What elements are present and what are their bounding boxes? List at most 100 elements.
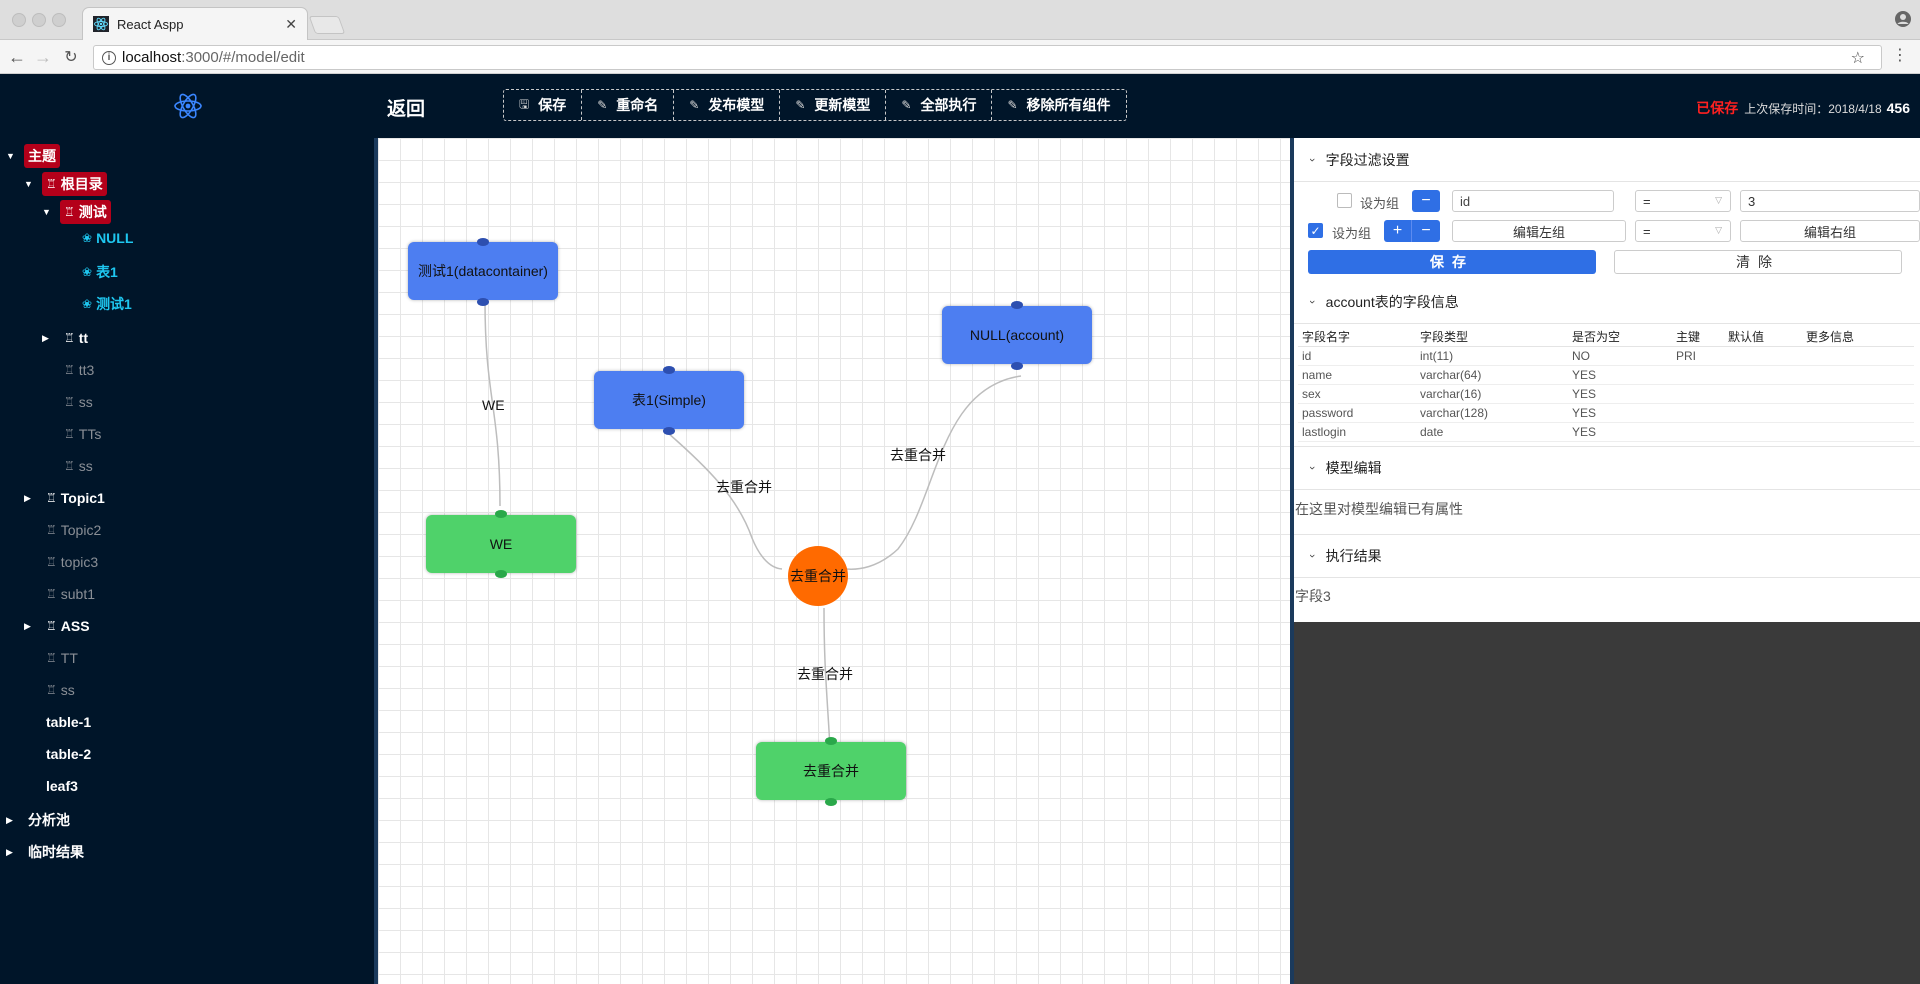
group-checkbox-checked[interactable]: ✓ [1308,223,1323,238]
operator-select[interactable]: = ▽ [1635,190,1731,212]
node-port[interactable] [1011,301,1023,309]
forward-arrow-icon[interactable]: → [32,46,54,68]
node-port[interactable] [495,510,507,518]
minus-button[interactable]: − [1412,220,1440,242]
node-port[interactable] [825,798,837,806]
model-edit-text: 在这里对模型编辑已有属性 [1295,501,1463,517]
folder-icon: ♖ [46,619,57,633]
tree-node-topic1[interactable]: ▶ ♖ Topic1 [24,488,109,508]
tree-node-temp-results[interactable]: ▶ 临时结果 [6,840,88,864]
tree-node-tts[interactable]: ♖ TTs [60,424,105,444]
operator-select[interactable]: = ▽ [1635,220,1731,242]
new-tab-button[interactable] [308,16,346,34]
browser-tab[interactable]: React Aspp ✕ [82,7,308,40]
tab-close-icon[interactable]: ✕ [285,16,297,33]
node-port[interactable] [663,427,675,435]
run-all-button[interactable]: ✎ 全部执行 [886,90,993,120]
collapsed-caret-icon[interactable]: ▶ [42,333,54,344]
filter-section-header[interactable]: › 字段过滤设置 [1294,138,1920,182]
tree-node-ass[interactable]: ▶ ♖ ASS [24,616,94,636]
edit-left-group-input[interactable]: 编辑左组 [1452,220,1626,242]
publish-model-button[interactable]: ✎ 发布模型 [674,90,781,120]
edge-label: 去重合并 [797,666,853,682]
tree-node-ss[interactable]: ♖ ss [60,392,97,412]
browser-menu-icon[interactable]: ⋮ [1892,48,1908,64]
tree-label: 根目录 [60,176,103,192]
tree-label: ss [78,394,93,410]
node-port[interactable] [477,298,489,306]
tree-node-subt1[interactable]: ♖ subt1 [42,584,99,604]
collapsed-caret-icon[interactable]: ▶ [6,847,18,858]
tree-node-tt[interactable]: ▶ ♖ tt [42,328,92,348]
field-name-input[interactable]: id [1452,190,1614,212]
bookmark-star-icon[interactable]: ☆ [1851,46,1865,71]
tree-node-tt3[interactable]: ♖ tt3 [60,360,98,380]
profile-icon[interactable] [1894,10,1912,28]
collapsed-caret-icon[interactable]: ▶ [6,815,18,826]
update-model-button[interactable]: ✎ 更新模型 [780,90,887,120]
tree-node-ceshi1[interactable]: ❀ 测试1 [78,292,136,316]
table-cell [1724,365,1802,385]
node-port[interactable] [1011,362,1023,370]
remove-all-button[interactable]: ✎ 移除所有组件 [992,90,1125,120]
expanded-caret-icon[interactable]: ▼ [42,207,54,217]
node-biao1[interactable]: 表1(Simple) [594,371,744,429]
edge-left[interactable] [667,432,783,570]
tree-node-table1[interactable]: table-1 [42,712,95,732]
node-label: NULL(account) [969,327,1065,343]
tree-node-genmulu[interactable]: ▼ ♖ 根目录 [24,172,107,196]
chevron-down-icon: ▽ [1715,225,1722,235]
filter-save-button[interactable]: 保存 [1308,250,1596,274]
tree-node-root[interactable]: ▼ 主题 [6,144,60,168]
node-ceshi1[interactable]: 测试1(datacontainer) [408,242,558,300]
folder-icon: ♖ [46,683,57,697]
plus-button[interactable]: + [1384,220,1412,242]
table-cell: YES [1568,384,1672,404]
model-edit-section-header[interactable]: › 模型编辑 [1294,446,1920,490]
window-zoom-dot[interactable] [52,13,66,27]
node-null-account[interactable]: NULL(account) [942,306,1092,364]
url-input[interactable]: i localhost:3000/#/model/edit ☆ [93,45,1882,70]
tree-node-topic2[interactable]: ♖ Topic2 [42,520,105,540]
group-checkbox[interactable] [1337,193,1352,208]
node-port[interactable] [825,737,837,745]
run-result-section-header[interactable]: › 执行结果 [1294,534,1920,578]
edit-right-group-input[interactable]: 编辑右组 [1740,220,1920,242]
site-info-icon[interactable]: i [102,50,116,65]
node-we[interactable]: WE [426,515,576,573]
tree-node-topic3[interactable]: ♖ topic3 [42,552,102,572]
node-port[interactable] [477,238,489,246]
tree-node-biao1[interactable]: ❀ 表1 [78,260,122,284]
expanded-caret-icon[interactable]: ▼ [24,179,36,189]
fields-section-header[interactable]: › account表的字段信息 [1294,280,1920,324]
save-button[interactable]: 🖫 保存 [504,90,583,120]
back-button[interactable]: 返回 [387,94,425,121]
tree-node-null[interactable]: ❀ NULL [78,228,137,248]
window-close-dot[interactable] [12,13,26,27]
value-input[interactable]: 3 [1740,190,1920,212]
tree-label: TTs [78,426,102,442]
tree-node-leaf3[interactable]: leaf3 [42,776,82,796]
reload-icon[interactable]: ↻ [60,46,82,68]
node-port[interactable] [663,366,675,374]
tree-node-ss[interactable]: ♖ ss [42,680,79,700]
expanded-caret-icon[interactable]: ▼ [6,151,18,161]
minus-button[interactable]: − [1412,190,1440,212]
model-canvas[interactable]: 测试1(datacontainer) WE 表1(Simple) NULL(ac… [374,138,1290,984]
window-minimize-dot[interactable] [32,13,46,27]
filter-clear-button[interactable]: 清除 [1614,250,1902,274]
node-port[interactable] [495,570,507,578]
tree-node-table2[interactable]: table-2 [42,744,95,764]
collapsed-caret-icon[interactable]: ▶ [24,493,36,504]
node-merge-circle[interactable]: 去重合并 [788,546,848,606]
back-arrow-icon[interactable]: ← [6,46,28,68]
tree-node-ss[interactable]: ♖ ss [60,456,97,476]
collapsed-caret-icon[interactable]: ▶ [24,621,36,632]
tree-node-tt-upper[interactable]: ♖ TT [42,648,82,668]
node-merge-output[interactable]: 去重合并 [756,742,906,800]
edit-icon: ✎ [597,98,608,112]
edge-right[interactable] [845,375,1022,570]
tree-node-analysis-pool[interactable]: ▶ 分析池 [6,808,74,832]
tree-node-ceshi[interactable]: ▼ ♖ 测试 [42,200,111,224]
rename-button[interactable]: ✎ 重命名 [582,90,675,120]
